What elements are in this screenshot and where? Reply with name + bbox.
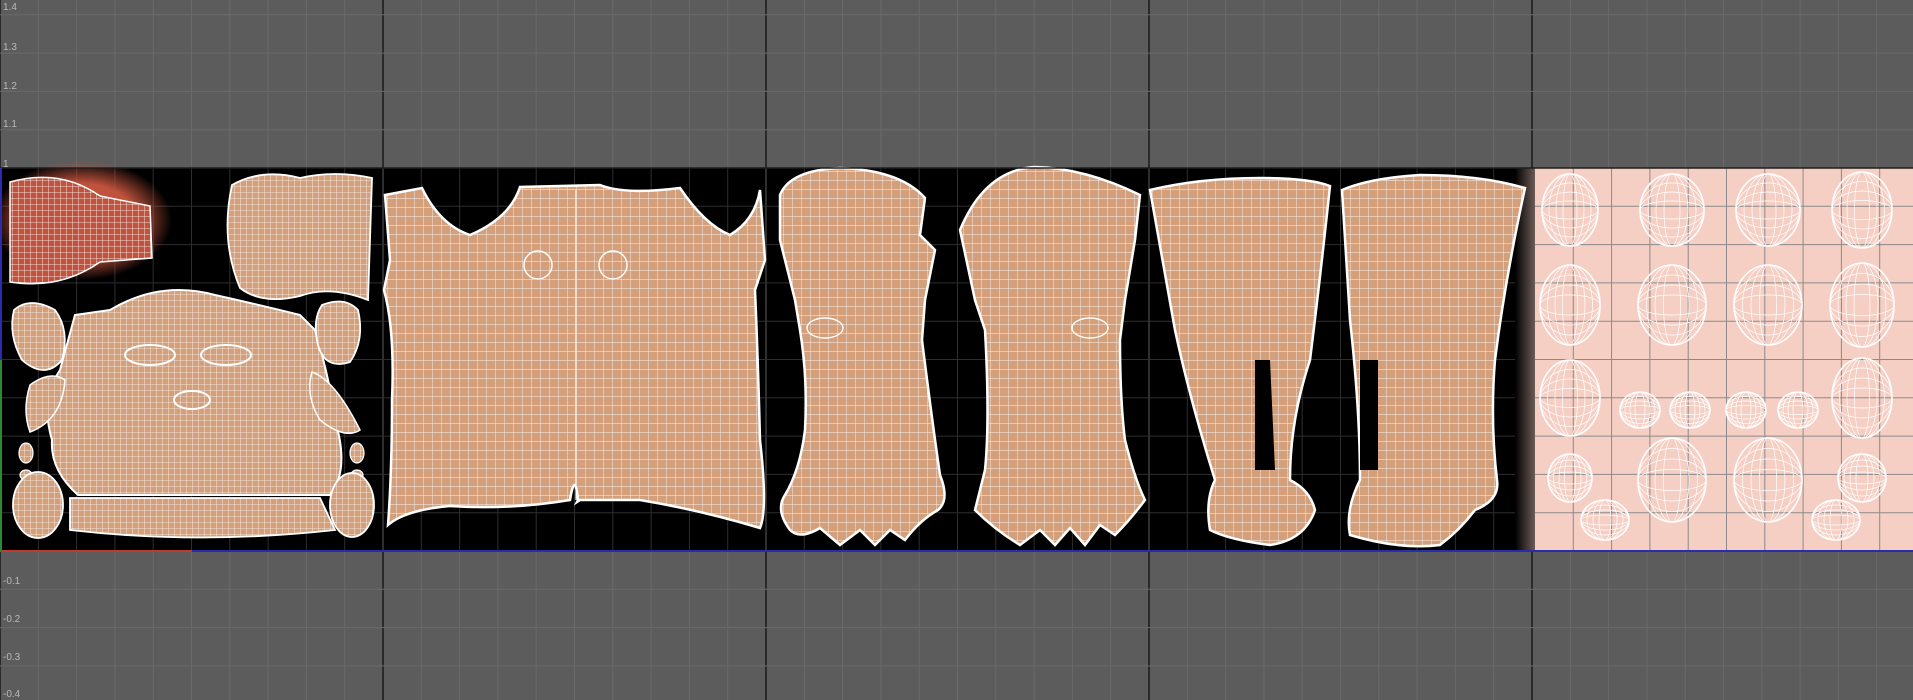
uv-shell-arm-right[interactable]: [958, 165, 1147, 547]
uv-shell-scalp[interactable]: [226, 173, 373, 302]
v-axis-label-1-2: 1.2: [3, 81, 17, 92]
v-axis-label-1: 1: [3, 159, 9, 170]
uv-shell-eyelid-right[interactable]: [329, 472, 375, 538]
uv-shell-eyelid-left[interactable]: [12, 471, 64, 539]
v-axis-label-neg-0-4: -0.4: [3, 689, 21, 700]
v-axis-label-1-3: 1.3: [3, 42, 17, 53]
v-axis-label-1-4: 1.4: [3, 2, 17, 13]
uv-shell-torso[interactable]: [382, 183, 767, 530]
uv-shell-nostril-right[interactable]: [349, 442, 365, 464]
v-axis-label-neg-0-2: -0.2: [3, 614, 21, 625]
uv-shell-arm-left[interactable]: [778, 166, 946, 547]
v-axis-label-1-1: 1.1: [3, 119, 17, 130]
leg-right-gap: [1360, 360, 1378, 470]
v-axis-label-neg-0-3: -0.3: [3, 652, 21, 663]
uv-editor-viewport[interactable]: 1.4 1.3 1.2 1.1 1 -0.1 -0.2 -0.3 -0.4: [0, 0, 1913, 700]
uv-canvas[interactable]: [0, 0, 1913, 700]
uv-shell-nostril-left[interactable]: [18, 442, 34, 464]
uv-shell-neck[interactable]: [69, 497, 337, 539]
v-axis-label-neg-0-1: -0.1: [3, 576, 21, 587]
uv-shell-ear-right[interactable]: [314, 300, 362, 365]
uv-shell-face[interactable]: [46, 289, 343, 496]
